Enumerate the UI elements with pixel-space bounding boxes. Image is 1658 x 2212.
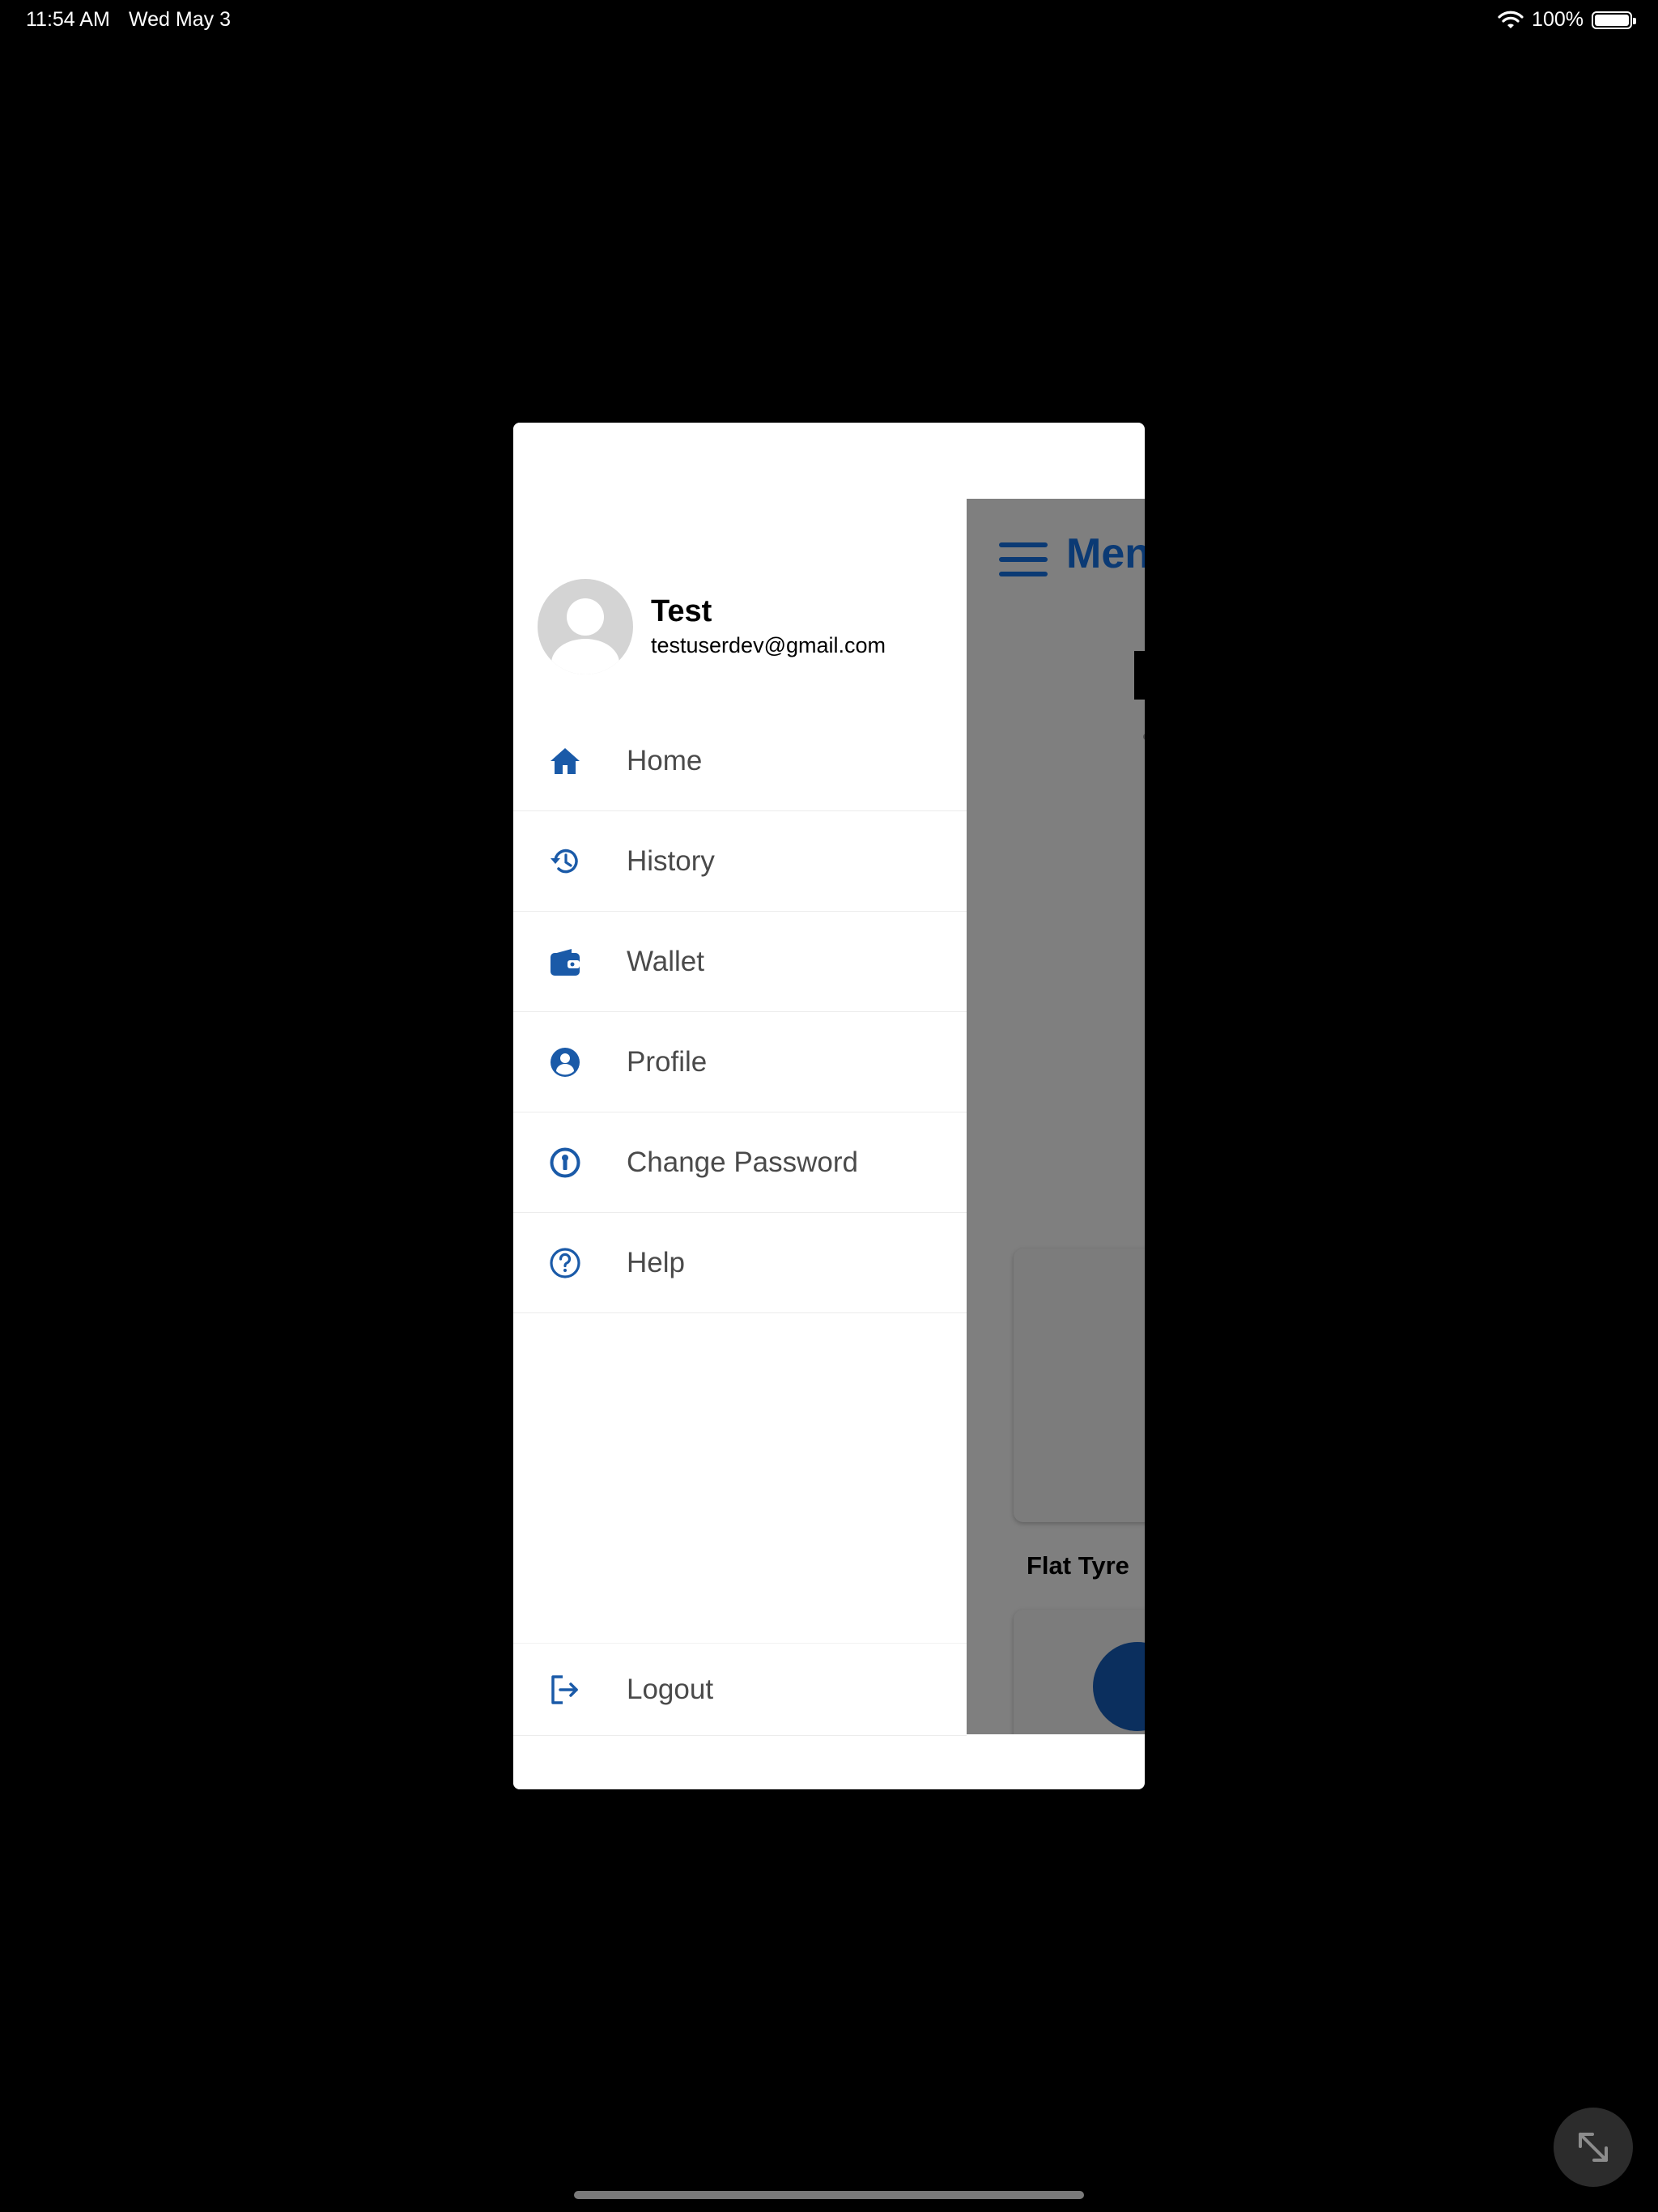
logout-button[interactable]: Logout [513, 1643, 967, 1736]
background-text-fragment [1143, 734, 1145, 740]
expand-button[interactable] [1554, 2108, 1633, 2187]
user-name: Test [651, 594, 712, 628]
user-avatar-icon [551, 598, 619, 674]
menu-item-wallet[interactable]: Wallet [513, 912, 967, 1012]
hamburger-menu-icon[interactable] [999, 542, 1048, 576]
menu-item-home[interactable]: Home [513, 711, 967, 811]
service-label-flat-tyre: Flat Tyre [1027, 1551, 1129, 1580]
key-icon [550, 1147, 580, 1177]
app-title: Men [1066, 530, 1145, 577]
navigation-drawer: Test testuserdev@gmail.com Home History [513, 423, 967, 1789]
background-app-screen[interactable]: Men Flat Tyre \ [967, 499, 1145, 1734]
background-heading-fragment [1134, 651, 1145, 700]
status-bar: 11:54 AM Wed May 3 100% [0, 0, 1658, 40]
menu-item-label: Help [627, 1246, 685, 1278]
history-icon [551, 849, 578, 873]
battery-fill [1595, 14, 1629, 26]
wifi-icon [1498, 11, 1524, 28]
menu-item-label: Change Password [627, 1146, 858, 1178]
menu-item-profile[interactable]: Profile [513, 1012, 967, 1112]
profile-icon [551, 1047, 580, 1077]
menu-item-help[interactable]: Help [513, 1213, 967, 1313]
avatar[interactable] [538, 579, 633, 674]
app-window: Men Flat Tyre \ Test testuserdev@gmail.c… [513, 423, 1145, 1789]
user-email: testuserdev@gmail.com [651, 633, 886, 657]
menu-item-change-password[interactable]: Change Password [513, 1112, 967, 1213]
battery-icon [1592, 11, 1636, 29]
home-icon [551, 747, 580, 774]
status-time: 11:54 AM [26, 8, 110, 31]
menu-item-label: Wallet [627, 945, 704, 977]
home-indicator[interactable] [574, 2191, 1084, 2199]
wallet-icon [551, 948, 580, 976]
logout-label: Logout [627, 1673, 714, 1705]
service-card-flat-tyre[interactable] [1014, 1249, 1145, 1522]
logout-icon [551, 1674, 578, 1704]
drawer-menu: Home History Wallet Profile Change Passw… [513, 711, 967, 1313]
menu-item-label: History [627, 844, 715, 877]
menu-item-label: Profile [627, 1045, 708, 1078]
help-icon [550, 1247, 580, 1278]
menu-item-history[interactable]: History [513, 811, 967, 912]
battery-percent: 100% [1532, 8, 1584, 31]
status-date: Wed May 3 [129, 8, 231, 31]
status-right: 100% [1498, 8, 1636, 32]
expand-icon [1579, 2133, 1608, 2162]
menu-item-label: Home [627, 744, 703, 776]
